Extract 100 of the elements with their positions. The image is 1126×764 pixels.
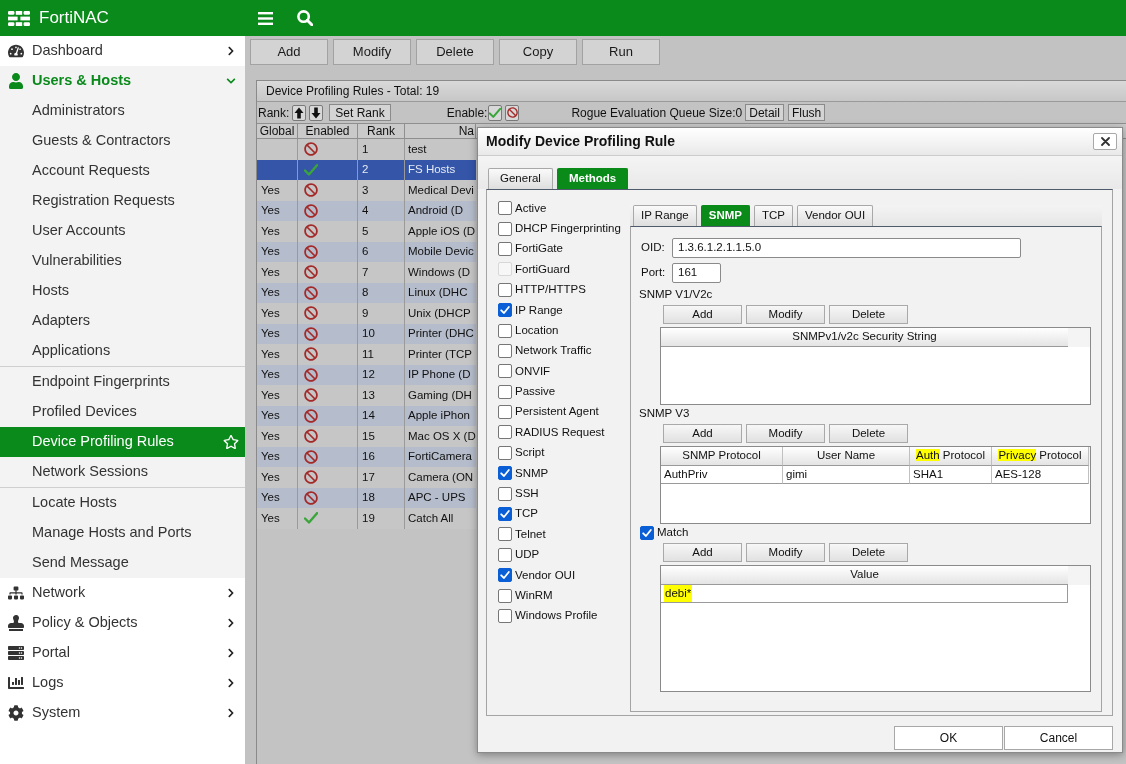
sidebar-subitem[interactable]: Hosts — [0, 276, 245, 306]
set-rank-button[interactable]: Set Rank — [329, 104, 391, 121]
checkbox[interactable] — [498, 486, 512, 501]
checkbox-label: SNMP — [515, 465, 549, 481]
checkbox[interactable] — [498, 588, 512, 603]
move-down-button[interactable] — [309, 104, 324, 121]
toolbar-button[interactable]: Delete — [416, 39, 494, 65]
arrow-down-icon — [311, 106, 322, 119]
checkbox[interactable] — [498, 609, 512, 623]
search-icon[interactable] — [297, 10, 313, 26]
column-header[interactable]: SNMPv1/v2c Security String — [661, 328, 1068, 347]
sidebar-subitem[interactable]: Applications — [0, 336, 245, 366]
column-header[interactable]: Auth Protocol — [910, 447, 992, 466]
checkbox[interactable] — [498, 507, 512, 522]
tab[interactable]: General — [488, 168, 553, 189]
panel-button[interactable]: Flush — [787, 104, 826, 121]
checkbox[interactable] — [498, 568, 512, 583]
sidebar-subitem[interactable]: User Accounts — [0, 216, 245, 246]
sidebar-subitem[interactable]: Registration Requests — [0, 186, 245, 216]
check-icon — [489, 106, 502, 119]
table-action-button[interactable]: Delete — [829, 305, 908, 324]
toolbar-button[interactable]: Copy — [499, 39, 577, 65]
dialog-button[interactable]: OK — [894, 726, 1003, 750]
checkbox[interactable] — [498, 343, 512, 358]
sidebar-subitem[interactable]: Adapters — [0, 306, 245, 336]
toolbar-button[interactable]: Run — [582, 39, 660, 65]
field-label: OID: — [641, 240, 666, 256]
sidebar-subitem[interactable]: Guests & Contractors — [0, 126, 245, 156]
enable-button[interactable] — [488, 104, 503, 121]
checkbox[interactable] — [498, 466, 512, 481]
toolbar-button[interactable]: Add — [250, 39, 328, 65]
checkbox[interactable] — [498, 323, 512, 338]
sidebar-subitem[interactable]: Profiled Devices — [0, 397, 245, 427]
panel-button[interactable]: Detail — [745, 104, 784, 121]
table-cell: gimi — [783, 466, 910, 484]
user-icon — [8, 73, 24, 89]
menu-icon[interactable] — [258, 11, 273, 25]
checkbox[interactable] — [498, 303, 512, 318]
column-header[interactable]: Global — [257, 124, 298, 138]
checkbox-label: RADIUS Request — [515, 424, 605, 440]
column-header[interactable]: Privacy Protocol — [992, 447, 1089, 466]
checkbox[interactable] — [498, 384, 512, 399]
checkbox[interactable] — [498, 425, 512, 440]
checkbox[interactable] — [498, 547, 512, 562]
sidebar-subitem[interactable]: Send Message — [0, 548, 245, 578]
sidebar-subitem[interactable]: Administrators — [0, 96, 245, 126]
table-cell: Printer (DHC — [405, 323, 476, 344]
checkbox[interactable] — [640, 526, 654, 540]
column-header[interactable]: Rank — [358, 124, 405, 138]
table-cell: 10 — [358, 323, 405, 344]
table-action-button[interactable]: Add — [663, 305, 742, 324]
checkbox[interactable] — [498, 282, 512, 297]
checkbox[interactable] — [498, 527, 512, 542]
column-header[interactable]: User Name — [783, 447, 910, 466]
table-action-button[interactable]: Delete — [829, 424, 908, 443]
checkbox[interactable] — [498, 364, 512, 379]
app-title: FortiNAC — [39, 7, 109, 30]
column-header[interactable]: SNMP Protocol — [661, 447, 783, 466]
table-action-button[interactable]: Modify — [746, 305, 825, 324]
sidebar-subitem[interactable]: Network Sessions — [0, 457, 245, 487]
sidebar-subitem[interactable]: Endpoint Fingerprints — [0, 367, 245, 397]
move-up-button[interactable] — [292, 104, 307, 121]
sidebar-subitem[interactable]: Device Profiling Rules — [0, 427, 245, 457]
toolbar-button[interactable]: Modify — [333, 39, 411, 65]
checkbox[interactable] — [498, 445, 512, 460]
tab[interactable]: Vendor OUI — [797, 205, 874, 226]
sidebar-subitem[interactable]: Account Requests — [0, 156, 245, 186]
input-field[interactable]: 1.3.6.1.2.1.1.5.0 — [672, 238, 1021, 258]
checkbox-label: DHCP Fingerprinting — [515, 220, 621, 236]
tab[interactable]: SNMP — [700, 205, 750, 226]
sidebar-subitem[interactable]: Manage Hosts and Ports — [0, 518, 245, 548]
column-header[interactable]: Na — [405, 124, 476, 138]
table-cell: 4 — [358, 200, 405, 221]
logo-icon — [8, 10, 30, 26]
table-action-button[interactable]: Modify — [746, 543, 825, 562]
server-icon — [8, 645, 24, 661]
column-header[interactable]: Enabled — [298, 124, 358, 138]
sidebar-item[interactable]: Users & Hosts — [0, 66, 245, 96]
column-header[interactable]: Value — [661, 566, 1068, 585]
tab[interactable]: TCP — [754, 205, 793, 226]
tab[interactable]: Methods — [556, 168, 629, 189]
checkbox[interactable] — [498, 405, 512, 420]
sidebar-subitem[interactable]: Locate Hosts — [0, 488, 245, 518]
table-cell: Yes — [257, 241, 298, 262]
checkbox[interactable] — [498, 241, 512, 256]
checkbox[interactable] — [498, 201, 512, 216]
table-action-button[interactable]: Delete — [829, 543, 908, 562]
checkbox[interactable] — [498, 221, 512, 236]
checkbox-label: Script — [515, 445, 545, 461]
sidebar-subitem[interactable]: Vulnerabilities — [0, 246, 245, 276]
table-action-button[interactable]: Add — [663, 424, 742, 443]
dialog-button[interactable]: Cancel — [1004, 726, 1113, 750]
disable-button[interactable] — [505, 104, 520, 121]
table-action-button[interactable]: Add — [663, 543, 742, 562]
close-button[interactable] — [1093, 133, 1117, 150]
tab[interactable]: IP Range — [633, 205, 697, 226]
input-field[interactable]: 161 — [672, 263, 721, 283]
section-heading: SNMP V3 — [639, 406, 690, 422]
table-cell: Yes — [257, 200, 298, 221]
table-action-button[interactable]: Modify — [746, 424, 825, 443]
